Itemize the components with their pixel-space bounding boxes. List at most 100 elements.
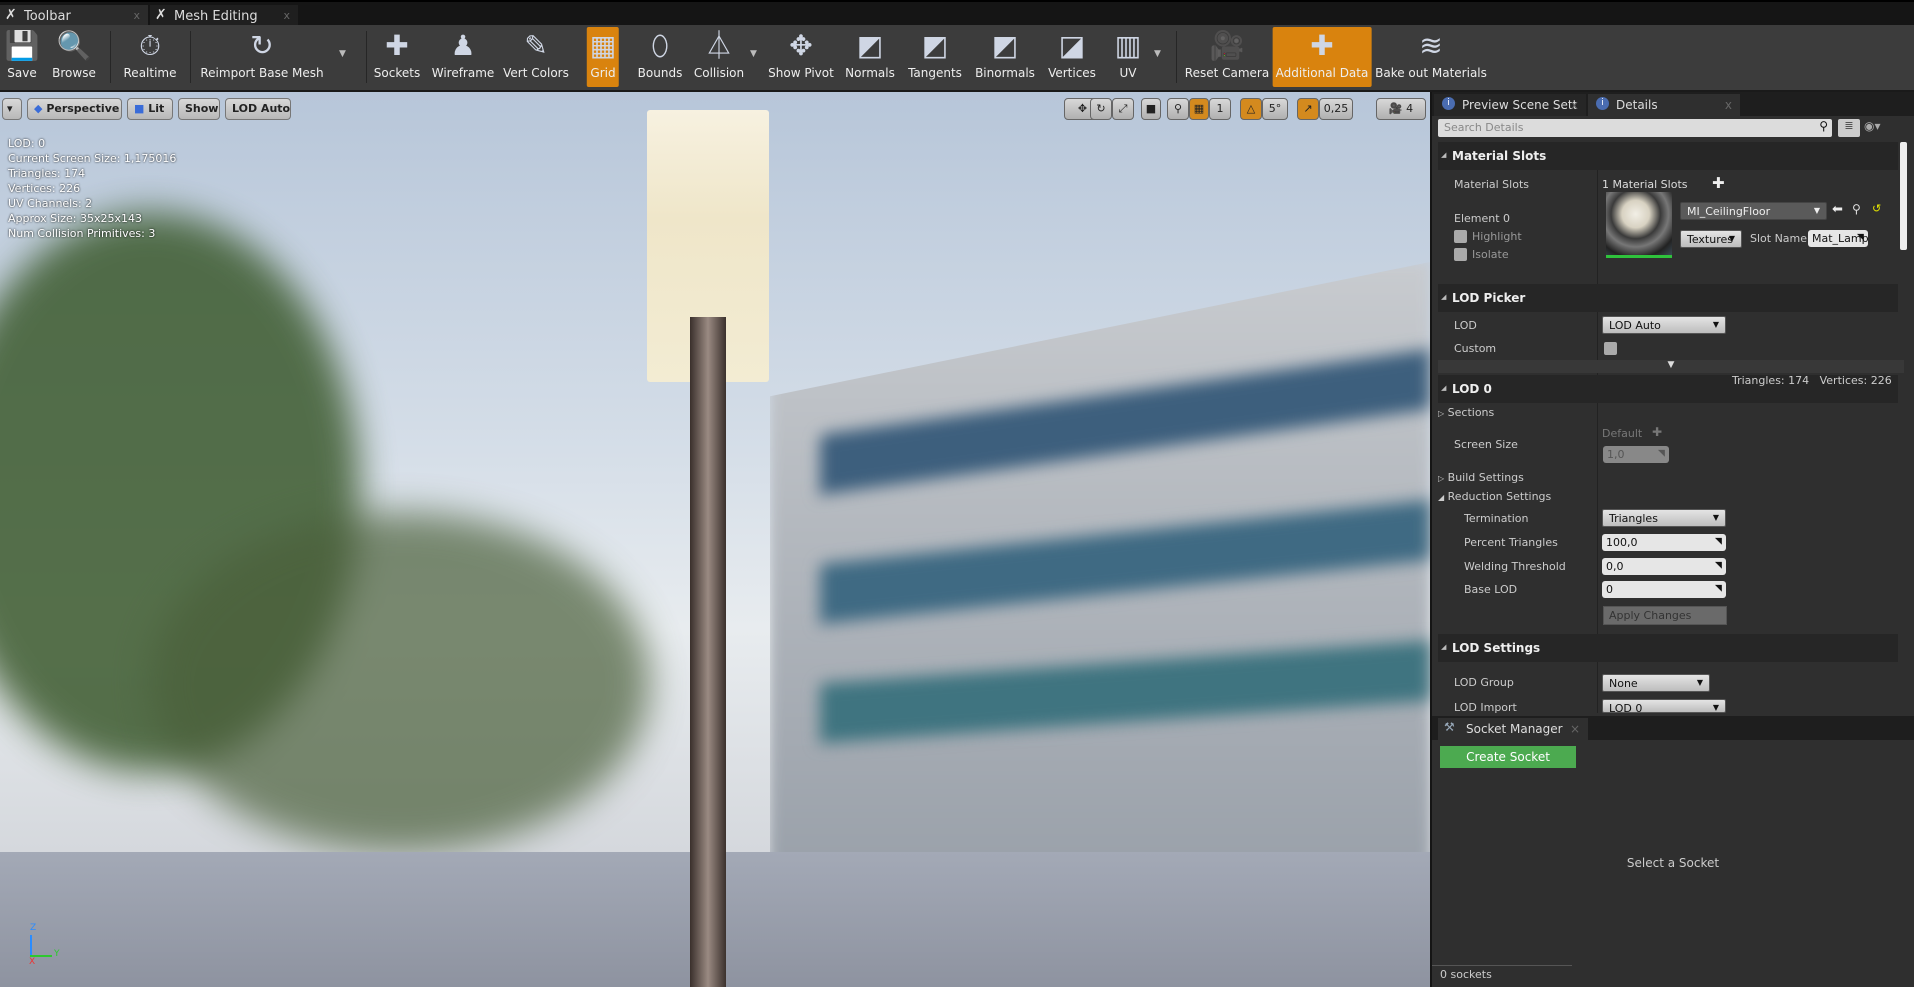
- bounds-icon: ⬯: [651, 29, 669, 62]
- additional-data-button[interactable]: ✚ Additional Data: [1272, 27, 1372, 87]
- tab-mesh-editing[interactable]: ✗ Mesh Editing x: [150, 5, 298, 27]
- visibility-eye-icon[interactable]: ◉▾: [1864, 119, 1881, 133]
- sockets-button[interactable]: ✚ Sockets: [371, 27, 423, 87]
- bake-out-materials-button[interactable]: ≋ Bake out Materials: [1372, 27, 1490, 87]
- viewport[interactable]: ▾ ◆ Perspective ■ Lit Show LOD Auto LOD:…: [0, 92, 1430, 987]
- vertices-button[interactable]: ◪ Vertices: [1045, 27, 1099, 87]
- collision-icon: ⏃: [704, 29, 734, 62]
- coordinate-space-button[interactable]: ■: [1141, 98, 1161, 120]
- cube-icon: ■: [1145, 102, 1157, 115]
- collision-button[interactable]: ⏃ Collision: [691, 27, 747, 87]
- rotation-snap-value[interactable]: 5°: [1262, 98, 1288, 120]
- show-button[interactable]: Show: [178, 98, 220, 120]
- expand-advanced-arrow-icon[interactable]: ▼: [1438, 360, 1904, 373]
- camera-speed-button[interactable]: 🎥 4: [1376, 98, 1426, 120]
- rotate-icon: ↻: [1096, 102, 1106, 115]
- surface-snap-button[interactable]: ⚲: [1167, 98, 1189, 120]
- angle-icon: △: [1246, 102, 1256, 115]
- grid-snap-toggle[interactable]: ▦: [1189, 98, 1209, 120]
- scale-mode-button[interactable]: ⤢: [1112, 98, 1134, 120]
- scrollbar[interactable]: [1900, 142, 1907, 250]
- base-lod-input[interactable]: 0: [1602, 581, 1726, 598]
- reset-camera-button[interactable]: 🎥 Reset Camera: [1182, 27, 1272, 87]
- floppy-icon: 💾: [4, 29, 40, 62]
- show-pivot-button[interactable]: ✥ Show Pivot: [765, 27, 837, 87]
- welding-threshold-input[interactable]: 0,0: [1602, 558, 1726, 575]
- section-lod-picker[interactable]: LOD Picker: [1438, 284, 1898, 312]
- tab-details[interactable]: i Details x: [1588, 94, 1740, 116]
- lod-auto-button[interactable]: LOD Auto: [225, 98, 291, 120]
- rotation-snap-toggle[interactable]: △: [1240, 98, 1262, 120]
- triangle-down-icon: ◢: [1438, 493, 1445, 502]
- reimport-dropdown-arrow-icon[interactable]: ▼: [339, 49, 346, 59]
- rotate-mode-button[interactable]: ↻: [1090, 98, 1112, 120]
- isolate-checkbox[interactable]: [1454, 248, 1467, 261]
- close-icon[interactable]: x: [1725, 98, 1732, 112]
- close-icon[interactable]: ×: [1570, 722, 1580, 736]
- textures-dropdown[interactable]: Textures: [1680, 230, 1742, 248]
- add-material-slot-plus-icon[interactable]: ✚: [1712, 174, 1725, 192]
- build-settings-expander[interactable]: ▷ Build Settings: [1438, 471, 1524, 484]
- screen-size-input[interactable]: 1,0: [1603, 446, 1669, 463]
- browse-button[interactable]: 🔍 Browse: [49, 27, 99, 87]
- socket-icon: ⚒: [1444, 720, 1455, 734]
- close-icon[interactable]: x: [283, 9, 290, 22]
- add-screen-size-plus-icon[interactable]: ✚: [1652, 425, 1662, 439]
- custom-lod-checkbox[interactable]: [1604, 342, 1617, 355]
- reimport-base-mesh-button[interactable]: ↻ Reimport Base Mesh: [197, 27, 326, 87]
- vert-colors-button[interactable]: ✎ Vert Colors: [500, 27, 572, 87]
- search-details-input[interactable]: Search Details ⚲: [1438, 119, 1832, 137]
- socket-icon: ✚: [385, 29, 409, 62]
- highlight-checkbox[interactable]: [1454, 230, 1467, 243]
- bounds-button[interactable]: ⬯ Bounds: [635, 27, 686, 87]
- section-material-slots[interactable]: Material Slots: [1438, 142, 1898, 170]
- document-tab-bar: ✗ Toolbar x ✗ Mesh Editing x: [0, 0, 1914, 27]
- uv-dropdown-arrow-icon[interactable]: ▼: [1154, 49, 1161, 59]
- save-button[interactable]: 💾 Save: [2, 27, 43, 87]
- grid-snap-value[interactable]: 1: [1209, 98, 1231, 120]
- section-lod-settings[interactable]: LOD Settings: [1438, 634, 1898, 662]
- lod-picker-dropdown[interactable]: LOD Auto: [1602, 316, 1726, 334]
- sections-expander[interactable]: ▷ Sections: [1438, 406, 1494, 419]
- perspective-button[interactable]: ◆ Perspective: [27, 98, 122, 120]
- scale-snap-toggle[interactable]: ↗: [1297, 98, 1319, 120]
- percent-triangles-input[interactable]: 100,0: [1602, 534, 1726, 551]
- reset-arrow-icon[interactable]: ↺: [1872, 202, 1881, 215]
- tangents-button[interactable]: ◩ Tangents: [905, 27, 965, 87]
- grid-button[interactable]: ▦ Grid: [586, 27, 620, 87]
- lod-group-dropdown[interactable]: None: [1602, 674, 1710, 692]
- binormals-icon: ◩: [991, 29, 1019, 62]
- slot-name-input[interactable]: Mat_Lamp: [1808, 230, 1869, 247]
- realtime-button[interactable]: ⏱ Realtime: [121, 27, 180, 87]
- tab-preview-scene-settings[interactable]: i Preview Scene Sett x: [1434, 94, 1586, 116]
- close-icon[interactable]: x: [1571, 98, 1578, 112]
- normals-button[interactable]: ◩ Normals: [842, 27, 898, 87]
- collision-dropdown-arrow-icon[interactable]: ▼: [750, 49, 757, 59]
- material-dropdown[interactable]: MI_CeilingFloor: [1680, 202, 1827, 220]
- wireframe-button[interactable]: ♟ Wireframe: [429, 27, 498, 87]
- scale-snap-value[interactable]: 0,25: [1319, 98, 1353, 120]
- lit-cube-icon: ■: [134, 102, 145, 115]
- termination-dropdown[interactable]: Triangles: [1602, 509, 1726, 527]
- wireframe-icon: ♟: [450, 29, 476, 62]
- tab-toolbar[interactable]: ✗ Toolbar x: [0, 5, 148, 27]
- move-icon: ✥: [1077, 102, 1088, 115]
- browse-search-icon[interactable]: ⚲: [1852, 202, 1861, 216]
- viewport-options-button[interactable]: ▾: [2, 98, 22, 120]
- create-socket-button[interactable]: Create Socket: [1440, 746, 1576, 768]
- lod-import-dropdown[interactable]: LOD 0: [1602, 699, 1726, 713]
- vertices-icon: ◪: [1058, 29, 1086, 62]
- material-thumbnail[interactable]: [1606, 192, 1672, 258]
- tab-socket-manager[interactable]: ⚒ Socket Manager ×: [1438, 718, 1588, 740]
- vert-colors-icon: ✎: [524, 29, 548, 62]
- apply-changes-button[interactable]: Apply Changes: [1603, 606, 1727, 625]
- use-selected-arrow-icon[interactable]: ⬅: [1832, 202, 1843, 217]
- close-icon[interactable]: x: [133, 9, 140, 22]
- triangle-right-icon: ▷: [1438, 474, 1445, 483]
- binormals-button[interactable]: ◩ Binormals: [972, 27, 1038, 87]
- toolbar-separator: [190, 31, 191, 83]
- lit-button[interactable]: ■ Lit: [127, 98, 173, 120]
- reduction-settings-expander[interactable]: ◢ Reduction Settings: [1438, 490, 1551, 503]
- view-options-list-icon[interactable]: ≣: [1838, 119, 1860, 137]
- uv-button[interactable]: ▥ UV: [1112, 27, 1144, 87]
